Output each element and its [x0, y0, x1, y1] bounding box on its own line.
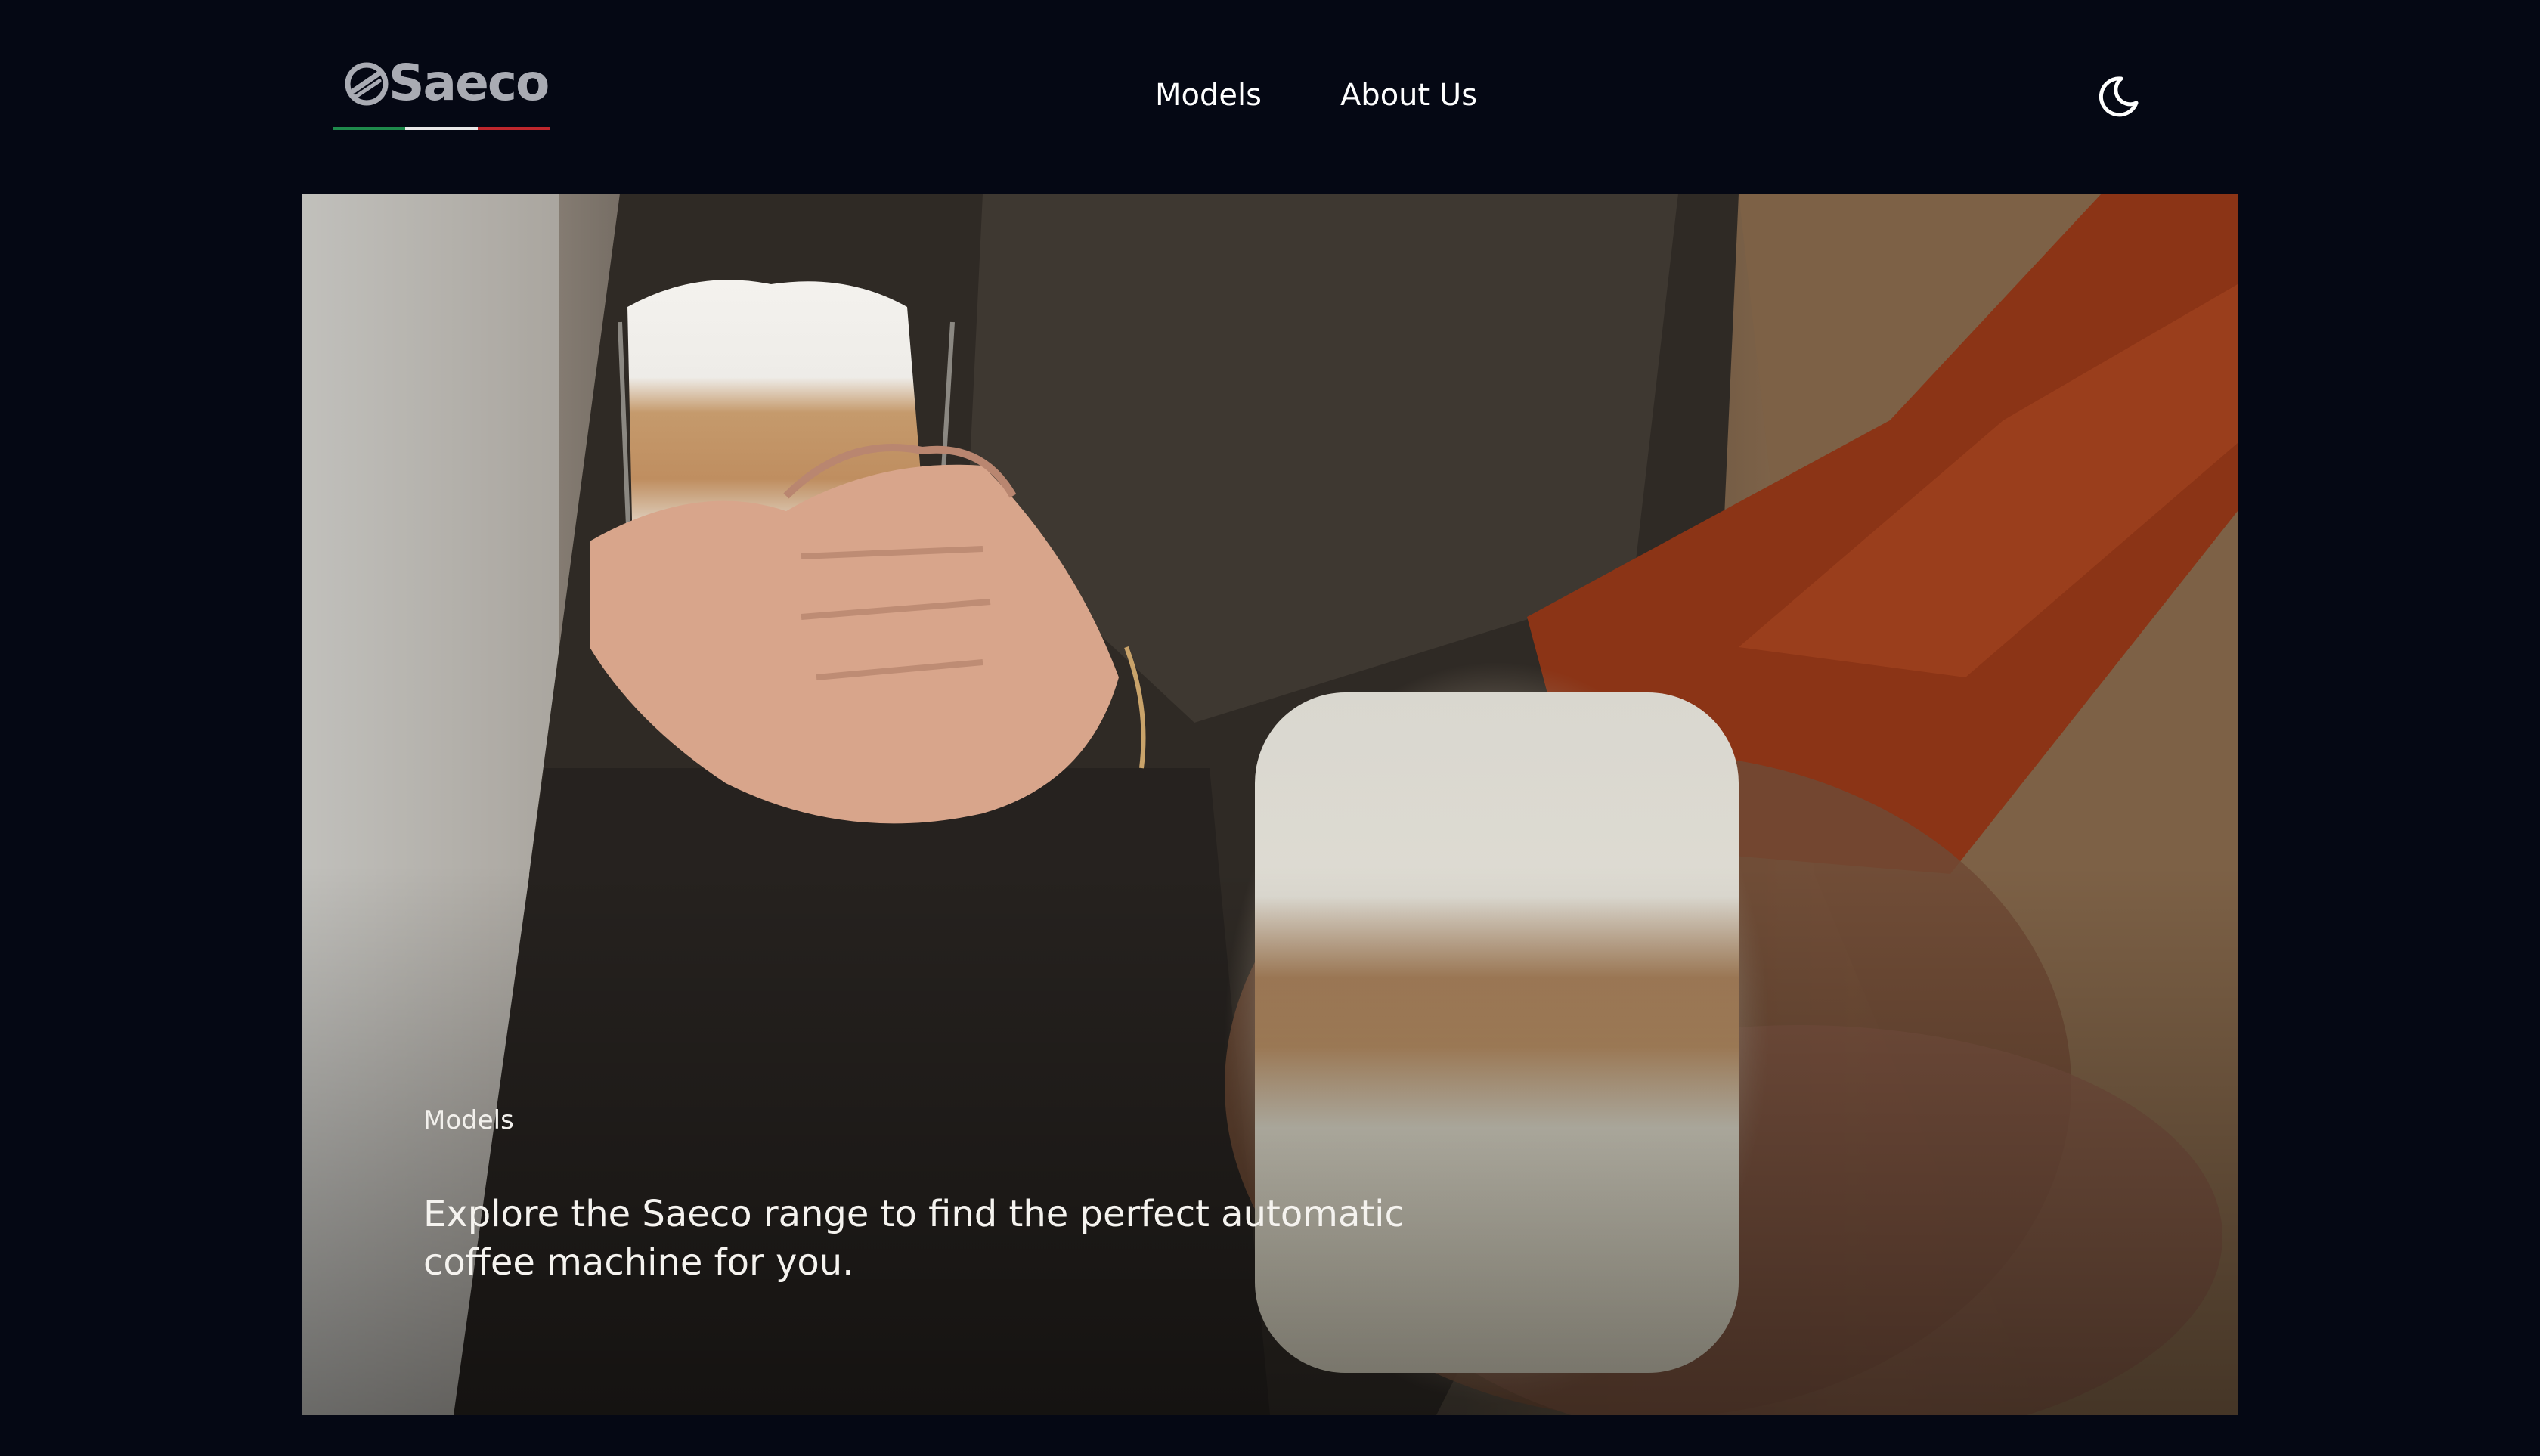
saeco-logo[interactable]: Saeco — [333, 53, 550, 135]
nav-item-about-us[interactable]: About Us — [1340, 73, 1477, 118]
hero-eyebrow-label: Models — [423, 1105, 514, 1135]
nav-item-models[interactable]: Models — [1155, 73, 1262, 118]
site-header: Saeco Models About Us — [0, 0, 2540, 194]
theme-toggle-button[interactable] — [2094, 73, 2142, 121]
hero-description: Explore the Saeco range to find the perf… — [423, 1193, 1405, 1284]
saeco-logo-mark-icon — [345, 62, 389, 106]
main-nav: Models About Us — [1155, 73, 1477, 118]
logo-tricolor-stripe — [333, 127, 550, 130]
hero-banner: Models Explore the Saeco range to find t… — [302, 194, 2238, 1415]
logo-wordmark: Saeco — [389, 54, 550, 112]
moon-icon — [2099, 76, 2139, 117]
